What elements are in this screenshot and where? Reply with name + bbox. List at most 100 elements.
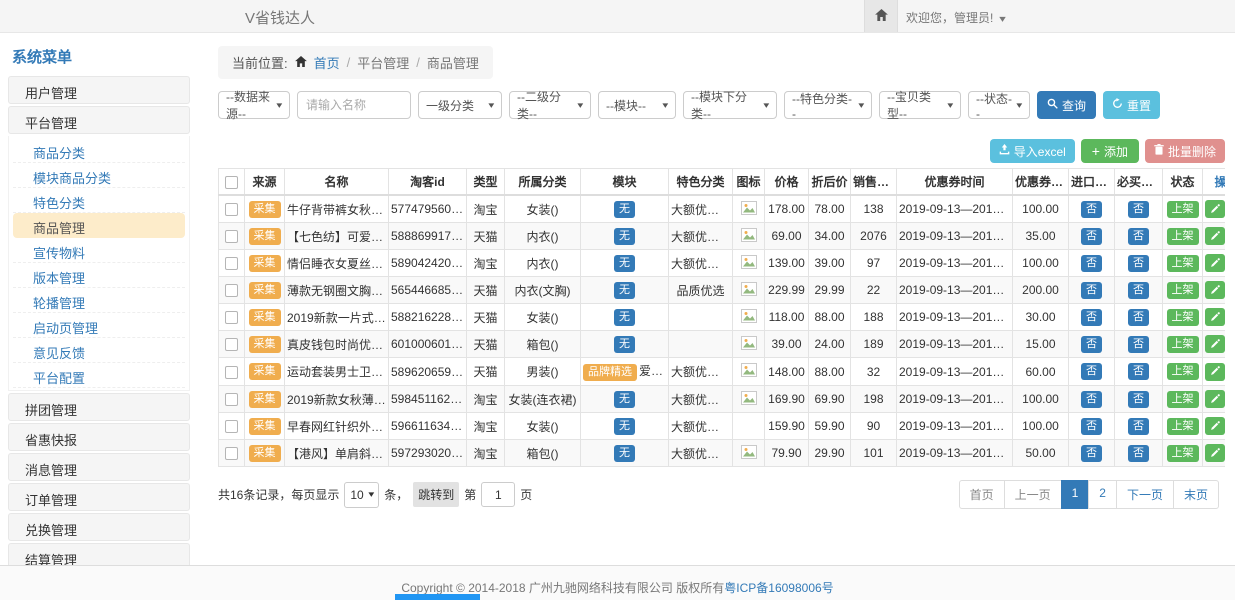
submenu-item-version-management[interactable]: 版本管理 (13, 263, 185, 288)
pager-page-2[interactable]: 2 (1088, 480, 1117, 509)
edit-button[interactable] (1205, 254, 1225, 272)
row-checkbox[interactable] (225, 393, 238, 406)
cell-taoke-id: 589042420344 (389, 250, 467, 277)
cell-import-select: 否 (1069, 223, 1115, 250)
col-category: 所属分类 (505, 169, 581, 196)
row-checkbox[interactable] (225, 420, 238, 433)
edit-pencil-icon (1210, 256, 1220, 271)
must-buy-badge: 否 (1128, 201, 1149, 218)
edit-button[interactable] (1205, 281, 1225, 299)
cell-import-select: 否 (1069, 250, 1115, 277)
submenu-item-special-category[interactable]: 特色分类 (13, 188, 185, 213)
edit-button[interactable] (1205, 308, 1225, 326)
cell-special (669, 304, 733, 331)
page-number-input[interactable] (481, 482, 515, 507)
submenu-item-module-goods-category[interactable]: 模块商品分类 (13, 163, 185, 188)
level2-category-select[interactable]: --二级分类--▾ (509, 91, 591, 119)
pager-last[interactable]: 末页 (1173, 480, 1219, 509)
status-badge: 上架 (1167, 255, 1199, 272)
table-row: 采集 【七色纺】可爱纯棉家... 588869917501 天猫 内衣() 无 … (219, 223, 1226, 250)
pager-first[interactable]: 首页 (959, 480, 1005, 509)
col-source: 来源 (245, 169, 285, 196)
cell-module: 无 (581, 250, 669, 277)
table-body: 采集 牛仔背带裤女秋装减龄... 577479560965 淘宝 女装() 无 … (219, 195, 1226, 467)
cell-name: 2019新款一片式系... (285, 304, 389, 331)
icp-link[interactable]: 粤ICP备16098006号 (724, 581, 833, 595)
submenu-item-goods-category[interactable]: 商品分类 (13, 138, 185, 163)
cell-icon (733, 195, 765, 223)
edit-button[interactable] (1205, 444, 1225, 462)
submenu-item-feedback[interactable]: 意见反馈 (13, 338, 185, 363)
user-menu[interactable]: 欢迎您，管理员! ▾ (906, 9, 1005, 26)
submenu-item-splash-management[interactable]: 启动页管理 (13, 313, 185, 338)
cell-type: 天猫 (467, 304, 505, 331)
module-extra-text: 爱上运动 (639, 364, 669, 378)
batch-delete-button[interactable]: 批量删除 (1145, 139, 1225, 163)
sidebar-item-exchange-management[interactable]: 兑换管理 (8, 513, 190, 541)
import-excel-button[interactable]: 导入excel (990, 139, 1075, 163)
data-source-select[interactable]: --数据来源--▾ (218, 91, 290, 119)
row-checkbox[interactable] (225, 366, 238, 379)
cell-name: 运动套装男士卫衣初秋... (285, 358, 389, 386)
edit-button[interactable] (1205, 200, 1225, 218)
cell-category: 男装() (505, 358, 581, 386)
edit-button[interactable] (1205, 335, 1225, 353)
edit-button[interactable] (1205, 227, 1225, 245)
sidebar-item-group-buy[interactable]: 拼团管理 (8, 393, 190, 421)
status-badge: 上架 (1167, 228, 1199, 245)
sidebar-item-users[interactable]: 用户管理 (8, 76, 190, 104)
must-buy-badge: 否 (1128, 418, 1149, 435)
search-button[interactable]: 查询 (1037, 91, 1096, 119)
per-page-select[interactable]: 10 ▾ (344, 482, 379, 508)
select-all-checkbox[interactable] (225, 176, 238, 189)
col-icon: 图标 (733, 169, 765, 196)
edit-button[interactable] (1205, 390, 1225, 408)
submenu-item-goods-management[interactable]: 商品管理 (13, 213, 185, 238)
module-select[interactable]: --模块--▾ (598, 91, 676, 119)
cell-module: 无 (581, 440, 669, 467)
name-search-input[interactable] (297, 91, 411, 119)
pager-prev[interactable]: 上一页 (1004, 480, 1062, 509)
sidebar-item-savings-news[interactable]: 省惠快报 (8, 423, 190, 451)
submenu-item-promo-materials[interactable]: 宣传物料 (13, 238, 185, 263)
pager-page-1[interactable]: 1 (1061, 480, 1090, 509)
level1-category-select[interactable]: 一级分类▾ (418, 91, 502, 119)
breadcrumb-home-link[interactable]: 首页 (314, 53, 340, 72)
status-select[interactable]: --状态--▾ (968, 91, 1030, 119)
sidebar-item-platform[interactable]: 平台管理 (8, 106, 190, 134)
plus-icon: + (1092, 144, 1100, 158)
cell-discount: 29.90 (809, 440, 851, 467)
row-checkbox[interactable] (225, 338, 238, 351)
pager-next[interactable]: 下一页 (1116, 480, 1174, 509)
page-suffix: 页 (520, 486, 532, 503)
row-checkbox[interactable] (225, 447, 238, 460)
chevron-down-icon: ▾ (859, 100, 865, 111)
submenu-item-platform-config[interactable]: 平台配置 (13, 363, 185, 388)
chevron-down-icon: ▾ (948, 100, 954, 111)
row-checkbox[interactable] (225, 230, 238, 243)
edit-button[interactable] (1205, 363, 1225, 381)
module-sub-select[interactable]: --模块下分类--▾ (683, 91, 777, 119)
row-checkbox[interactable] (225, 257, 238, 270)
cell-coupon-time: 2019-09-13—2019-09-17 (897, 386, 1013, 413)
table-row: 采集 早春网红针织外套女春... 596611634525 淘宝 女装() 无 … (219, 413, 1226, 440)
cell-must-buy: 否 (1115, 304, 1163, 331)
cell-status: 上架 (1163, 250, 1203, 277)
product-image-icon (741, 258, 757, 272)
row-checkbox[interactable] (225, 311, 238, 324)
jump-button[interactable]: 跳转到 (413, 482, 459, 507)
special-category-select[interactable]: --特色分类--▾ (784, 91, 872, 119)
edit-button[interactable] (1205, 417, 1225, 435)
home-button[interactable] (864, 0, 898, 32)
sidebar-item-message-management[interactable]: 消息管理 (8, 453, 190, 481)
cell-source: 采集 (245, 386, 285, 413)
add-button[interactable]: + 添加 (1081, 139, 1139, 163)
sidebar-item-order-management[interactable]: 订单管理 (8, 483, 190, 511)
row-checkbox[interactable] (225, 203, 238, 216)
reset-button[interactable]: 重置 (1103, 91, 1160, 119)
item-type-select[interactable]: --宝贝类型--▾ (879, 91, 961, 119)
cell-taoke-id: 598451162391 (389, 386, 467, 413)
row-checkbox[interactable] (225, 284, 238, 297)
submenu-item-carousel-management[interactable]: 轮播管理 (13, 288, 185, 313)
sidebar-item-settlement-management[interactable]: 结算管理 (8, 543, 190, 565)
